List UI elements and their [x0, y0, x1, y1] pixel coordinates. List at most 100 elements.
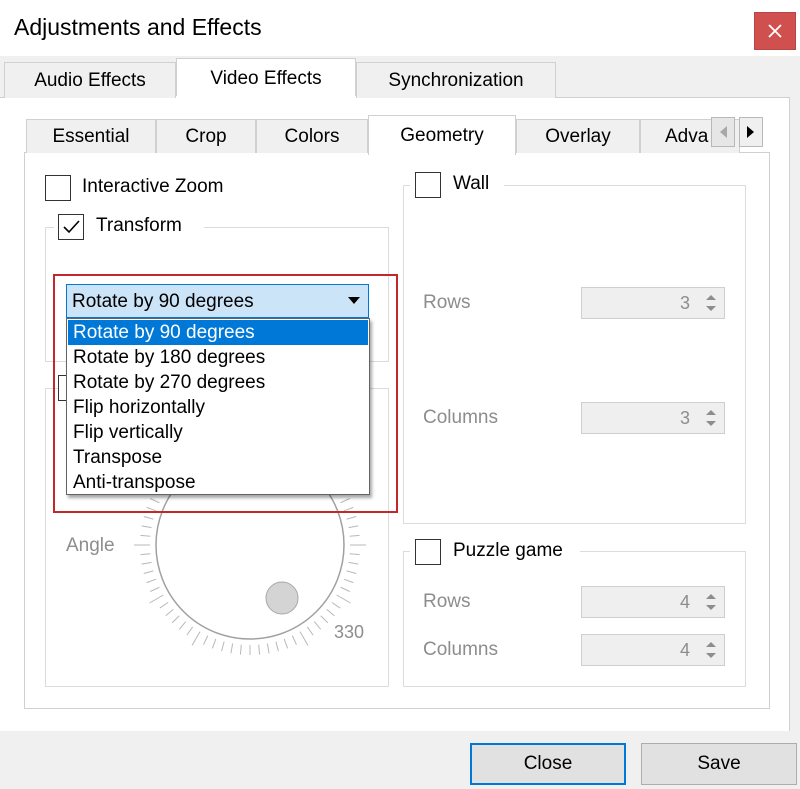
spin-arrows-icon[interactable]: [702, 637, 720, 663]
tabs-scroll-right-button[interactable]: [739, 117, 763, 147]
dial-tick: [320, 615, 329, 624]
tab-label: Crop: [185, 125, 227, 147]
dial-tick: [230, 643, 234, 654]
dial-tick: [299, 631, 309, 646]
tab-overlay[interactable]: Overlay: [516, 119, 640, 153]
transform-label: Transform: [96, 215, 182, 236]
puzzle-label: Puzzle game: [453, 540, 563, 561]
dial-tick: [306, 626, 314, 636]
dial-tick: [143, 516, 154, 520]
dial-tick: [171, 615, 180, 624]
spin-arrows-icon[interactable]: [702, 290, 720, 316]
dial-tick: [140, 553, 151, 556]
tab-essential[interactable]: Essential: [26, 119, 156, 153]
dial-tick: [140, 534, 151, 537]
dial-tick: [146, 578, 157, 584]
dial-tick: [313, 621, 322, 630]
tab-label: Synchronization: [388, 69, 524, 91]
annotation-highlight-box: [53, 274, 398, 513]
window-title: Adjustments and Effects: [14, 14, 262, 40]
angle-label: Angle: [66, 535, 115, 556]
window-close-button[interactable]: [754, 12, 796, 50]
puzzle-rows-value: 4: [679, 592, 690, 612]
transform-checkbox[interactable]: [58, 214, 84, 240]
dial-tick: [348, 525, 359, 529]
wall-label: Wall: [453, 173, 490, 194]
dial-tick: [349, 534, 360, 537]
arrow-left-icon: [720, 126, 727, 138]
dial-tick: [346, 570, 357, 574]
tab-label: Overlay: [545, 125, 611, 147]
interactive-zoom-label: Interactive Zoom: [82, 176, 224, 197]
dial-tick: [258, 644, 261, 655]
dial-tick: [149, 594, 164, 604]
spin-arrows-icon[interactable]: [702, 405, 720, 431]
dial-tick: [331, 601, 341, 609]
dial-tick: [159, 601, 169, 609]
tab-video-effects[interactable]: Video Effects: [176, 58, 356, 98]
wall-rows-value: 3: [679, 293, 690, 313]
dial-tick: [348, 561, 359, 565]
arrow-right-icon: [747, 126, 754, 138]
wall-columns-spinbox[interactable]: 3: [581, 402, 725, 434]
wall-groupbox: [403, 185, 746, 524]
spin-arrows-icon[interactable]: [702, 589, 720, 615]
dial-tick: [141, 561, 152, 565]
dial-tick: [336, 594, 351, 604]
tab-label: Adva: [665, 125, 709, 147]
tab-crop[interactable]: Crop: [156, 119, 256, 153]
dial-tick: [275, 641, 279, 652]
dial-tick: [283, 638, 289, 649]
dial-tick: [340, 586, 350, 592]
tab-audio-effects[interactable]: Audio Effects: [4, 62, 176, 98]
tab-colors[interactable]: Colors: [256, 119, 368, 153]
save-button-label: Save: [697, 753, 741, 774]
puzzle-columns-value: 4: [679, 640, 690, 660]
dial-tick: [203, 635, 209, 645]
close-button-label: Close: [523, 753, 573, 774]
puzzle-columns-spinbox[interactable]: 4: [581, 634, 725, 666]
tab-label: Essential: [52, 125, 130, 147]
puzzle-checkbox[interactable]: [415, 539, 441, 565]
tabs-scroll-left-button[interactable]: [711, 117, 735, 147]
dial-tick: [239, 644, 242, 655]
wall-rows-label: Rows: [423, 292, 471, 313]
dial-tick: [326, 608, 335, 617]
puzzle-columns-label: Columns: [423, 639, 498, 660]
interactive-zoom-checkbox[interactable]: [45, 175, 71, 201]
dial-tick: [165, 608, 174, 617]
title-bar: Adjustments and Effects: [0, 0, 800, 56]
dial-tick: [178, 621, 187, 630]
save-button[interactable]: Save: [641, 743, 797, 785]
angle-value: 330: [334, 622, 365, 642]
tab-geometry[interactable]: Geometry: [368, 115, 516, 155]
dial-tick: [343, 578, 354, 584]
dial-tick: [211, 638, 217, 649]
wall-checkbox[interactable]: [415, 172, 441, 198]
dial-tick: [143, 570, 154, 574]
close-icon: [768, 24, 782, 38]
active-tab-joiner: [176, 96, 356, 99]
close-button[interactable]: Close: [470, 743, 626, 785]
tab-label: Colors: [284, 125, 340, 147]
dial-tick: [191, 631, 201, 646]
puzzle-groupbox: [403, 551, 746, 687]
dial-tick: [186, 626, 194, 636]
wall-rows-spinbox[interactable]: 3: [581, 287, 725, 319]
angle-dial-handle[interactable]: [265, 581, 299, 615]
checkmark-icon: [63, 220, 80, 234]
tab-label: Video Effects: [210, 67, 322, 89]
dial-tick: [150, 586, 160, 592]
wall-columns-value: 3: [679, 408, 690, 428]
dial-tick: [141, 525, 152, 529]
puzzle-rows-spinbox[interactable]: 4: [581, 586, 725, 618]
dial-tick: [266, 643, 270, 654]
puzzle-rows-label: Rows: [423, 591, 471, 612]
wall-columns-label: Columns: [423, 407, 498, 428]
dial-tick: [349, 553, 360, 556]
dial-tick: [291, 635, 297, 645]
tab-label: Geometry: [400, 124, 484, 146]
dial-tick: [346, 516, 357, 520]
dial-tick: [221, 641, 225, 652]
tab-synchronization[interactable]: Synchronization: [356, 62, 556, 98]
